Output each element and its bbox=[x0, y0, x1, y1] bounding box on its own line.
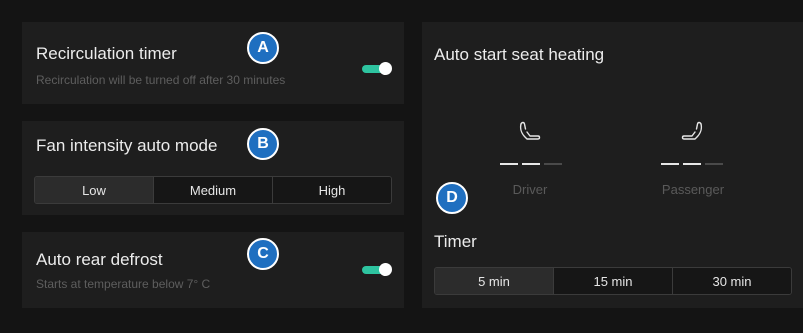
recirculation-toggle[interactable] bbox=[362, 62, 392, 76]
passenger-seat-icon[interactable] bbox=[679, 120, 705, 146]
toggle-knob bbox=[379, 263, 392, 276]
passenger-label: Passenger bbox=[661, 182, 725, 197]
annotation-badge-b: B bbox=[247, 128, 279, 160]
timer-option-30-min[interactable]: 30 min bbox=[672, 268, 791, 294]
heat-level-bar bbox=[661, 163, 679, 165]
fan-option-high[interactable]: High bbox=[272, 177, 391, 203]
timer-option-15-min[interactable]: 15 min bbox=[553, 268, 672, 294]
defrost-toggle[interactable] bbox=[362, 263, 392, 277]
recirculation-subtitle: Recirculation will be turned off after 3… bbox=[36, 73, 286, 87]
timer-title: Timer bbox=[434, 232, 477, 251]
annotation-badge-d: D bbox=[436, 182, 468, 214]
fan-intensity-selector: Low Medium High bbox=[34, 176, 392, 204]
driver-heat-level bbox=[500, 163, 562, 165]
seat-heating-title: Auto start seat heating bbox=[434, 45, 605, 64]
defrost-card: Auto rear defrost Starts at temperature … bbox=[22, 232, 404, 308]
annotation-badge-a: A bbox=[247, 32, 279, 64]
timer-selector: 5 min 15 min 30 min bbox=[434, 267, 792, 295]
heat-level-bar bbox=[705, 163, 723, 165]
seat-heating-card: Auto start seat heating Driver Passenger… bbox=[422, 22, 803, 308]
driver-seat-icon[interactable] bbox=[517, 120, 543, 146]
passenger-heat-level bbox=[661, 163, 723, 165]
heat-level-bar bbox=[522, 163, 540, 165]
fan-intensity-title: Fan intensity auto mode bbox=[36, 136, 218, 155]
timer-option-5-min[interactable]: 5 min bbox=[435, 268, 553, 294]
heat-level-bar bbox=[683, 163, 701, 165]
recirculation-title: Recirculation timer bbox=[36, 44, 177, 63]
defrost-subtitle: Starts at temperature below 7° C bbox=[36, 277, 211, 291]
toggle-knob bbox=[379, 62, 392, 75]
annotation-badge-c: C bbox=[247, 238, 279, 270]
fan-intensity-card: Fan intensity auto mode Low Medium High bbox=[22, 121, 404, 215]
heat-level-bar bbox=[500, 163, 518, 165]
driver-label: Driver bbox=[512, 182, 548, 197]
defrost-title: Auto rear defrost bbox=[36, 250, 163, 269]
recirculation-card: Recirculation timer Recirculation will b… bbox=[22, 22, 404, 104]
fan-option-medium[interactable]: Medium bbox=[153, 177, 272, 203]
heat-level-bar bbox=[544, 163, 562, 165]
fan-option-low[interactable]: Low bbox=[35, 177, 153, 203]
